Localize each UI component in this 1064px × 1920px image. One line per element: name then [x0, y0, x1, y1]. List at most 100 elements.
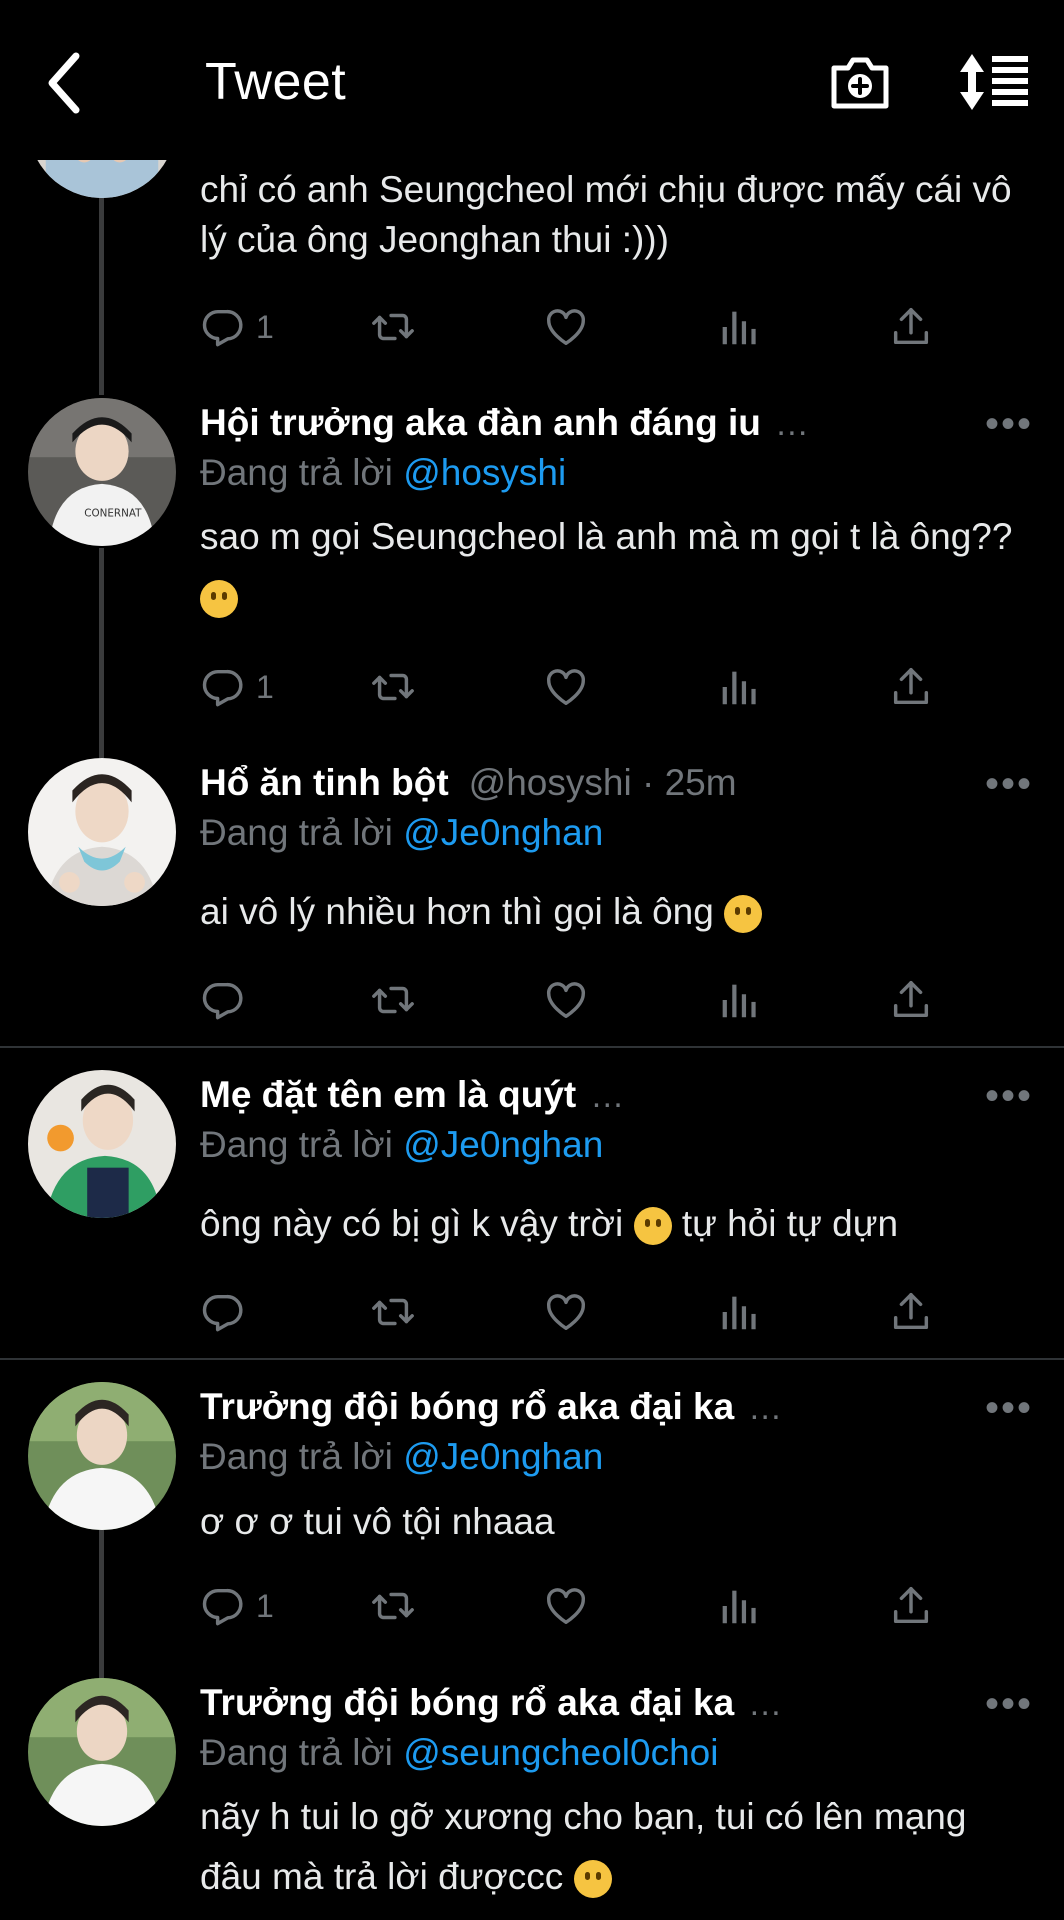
- reply-icon: [200, 304, 246, 350]
- divider: [0, 1046, 1064, 1048]
- retweet-icon: [370, 1289, 416, 1335]
- retweet-button[interactable]: [370, 1582, 416, 1630]
- more-icon[interactable]: •••: [985, 1684, 1033, 1724]
- avatar[interactable]: [28, 1678, 176, 1826]
- truncation-ellipsis: …: [748, 1685, 783, 1723]
- avatar[interactable]: [28, 1382, 176, 1530]
- analytics-icon: [715, 1583, 761, 1629]
- like-button[interactable]: [543, 1582, 589, 1630]
- thread-line: [99, 548, 104, 758]
- display-name[interactable]: Mẹ đặt tên em là quýt…: [200, 1074, 624, 1116]
- tweet-text: nãy h tui lo gỡ xương cho bạn, tui có lê…: [200, 1796, 967, 1899]
- share-button[interactable]: [888, 1582, 934, 1630]
- relieved-emoji: [724, 895, 763, 934]
- retweet-button[interactable]: [370, 976, 416, 1024]
- analytics-icon: [715, 977, 761, 1023]
- like-button[interactable]: [543, 976, 589, 1024]
- reply-icon: [200, 1583, 246, 1629]
- display-name[interactable]: Trưởng đội bóng rổ aka đại ka…: [200, 1386, 782, 1428]
- tweet-actions: 1: [200, 663, 940, 711]
- display-name[interactable]: Hội trưởng aka đàn anh đáng iu…: [200, 402, 809, 444]
- analytics-button[interactable]: [715, 1582, 761, 1630]
- svg-text:CONERNAT: CONERNAT: [84, 507, 142, 519]
- reply-context: Đang trả lời @Je0nghan: [200, 812, 604, 853]
- reply-icon: [200, 1289, 246, 1335]
- analytics-button[interactable]: [715, 1288, 761, 1336]
- retweet-icon: [370, 304, 416, 350]
- like-icon: [543, 1583, 589, 1629]
- like-icon: [543, 664, 589, 710]
- tweet-handle-time: @hosyshi · 25m: [468, 762, 737, 803]
- avatar[interactable]: [28, 758, 176, 906]
- reply-handle-link[interactable]: @Je0nghan: [403, 1124, 603, 1165]
- like-icon: [543, 1289, 589, 1335]
- more-icon[interactable]: •••: [985, 1388, 1033, 1428]
- reply-button[interactable]: [200, 1288, 246, 1336]
- share-button[interactable]: [888, 1288, 934, 1336]
- like-button[interactable]: [543, 1288, 589, 1336]
- back-arrow-icon[interactable]: [40, 48, 90, 118]
- sort-icon[interactable]: [958, 52, 1030, 112]
- like-button[interactable]: [543, 303, 589, 351]
- camera-add-icon[interactable]: [828, 50, 892, 114]
- like-button[interactable]: [543, 663, 589, 711]
- reply-handle-link[interactable]: @seungcheol0choi: [403, 1732, 718, 1773]
- share-icon: [888, 1583, 934, 1629]
- share-icon: [888, 1289, 934, 1335]
- tweet-actions: 1: [200, 303, 940, 351]
- retweet-icon: [370, 1583, 416, 1629]
- avatar[interactable]: [28, 1070, 176, 1218]
- reply-context: Đang trả lời @Je0nghan: [200, 1436, 604, 1477]
- reply-button[interactable]: 1: [200, 663, 274, 711]
- avatar[interactable]: CONERNAT: [28, 398, 176, 546]
- reply-button[interactable]: 1: [200, 1582, 274, 1630]
- display-name[interactable]: Hổ ăn tinh bột @hosyshi · 25m: [200, 762, 737, 804]
- reply-count: 1: [256, 1587, 274, 1624]
- analytics-button[interactable]: [715, 303, 761, 351]
- reply-handle-link[interactable]: @Je0nghan: [403, 812, 603, 853]
- share-icon: [888, 664, 934, 710]
- retweet-button[interactable]: [370, 663, 416, 711]
- reply-count: 1: [256, 308, 274, 345]
- truncation-ellipsis: …: [748, 1389, 783, 1427]
- analytics-button[interactable]: [715, 663, 761, 711]
- more-icon[interactable]: •••: [985, 764, 1033, 804]
- share-button[interactable]: [888, 663, 934, 711]
- thread-line: [99, 1530, 104, 1680]
- tweet-text: ơ ơ ơ tui vô tội nhaaa: [200, 1501, 555, 1542]
- tweet-actions: 1: [200, 1582, 940, 1630]
- more-icon[interactable]: •••: [985, 404, 1033, 444]
- divider: [0, 1358, 1064, 1360]
- reply-button[interactable]: [200, 976, 246, 1024]
- share-button[interactable]: [888, 303, 934, 351]
- pleading-emoji: [573, 1860, 612, 1899]
- retweet-icon: [370, 664, 416, 710]
- reply-handle-link[interactable]: @hosyshi: [403, 452, 566, 493]
- analytics-button[interactable]: [715, 976, 761, 1024]
- display-name[interactable]: Trưởng đội bóng rổ aka đại ka…: [200, 1682, 782, 1724]
- page-title: Tweet: [205, 53, 347, 111]
- reply-context: Đang trả lời @Je0nghan: [200, 1124, 604, 1165]
- reply-context: Đang trả lời @hosyshi: [200, 452, 567, 493]
- slight-smile-emoji: [200, 580, 238, 619]
- reply-button[interactable]: 1: [200, 303, 274, 351]
- share-button[interactable]: [888, 976, 934, 1024]
- analytics-icon: [715, 304, 761, 350]
- tweet-text: ông này có bị gì k vậy trời tự hỏi tự dự…: [200, 1203, 899, 1246]
- analytics-icon: [715, 664, 761, 710]
- retweet-icon: [370, 977, 416, 1023]
- retweet-button[interactable]: [370, 1288, 416, 1336]
- tweet-actions: [200, 976, 940, 1024]
- reply-icon: [200, 977, 246, 1023]
- like-icon: [543, 977, 589, 1023]
- share-icon: [888, 304, 934, 350]
- retweet-button[interactable]: [370, 303, 416, 351]
- slight-smile-emoji: [633, 1207, 672, 1246]
- reply-context: Đang trả lời @seungcheol0choi: [200, 1732, 719, 1773]
- tweet-text: sao m gọi Seungcheol là anh mà m gọi t l…: [200, 507, 1020, 627]
- reply-handle-link[interactable]: @Je0nghan: [403, 1436, 603, 1477]
- truncation-ellipsis: …: [774, 405, 809, 443]
- reply-icon: [200, 664, 246, 710]
- analytics-icon: [715, 1289, 761, 1335]
- more-icon[interactable]: •••: [985, 1076, 1033, 1116]
